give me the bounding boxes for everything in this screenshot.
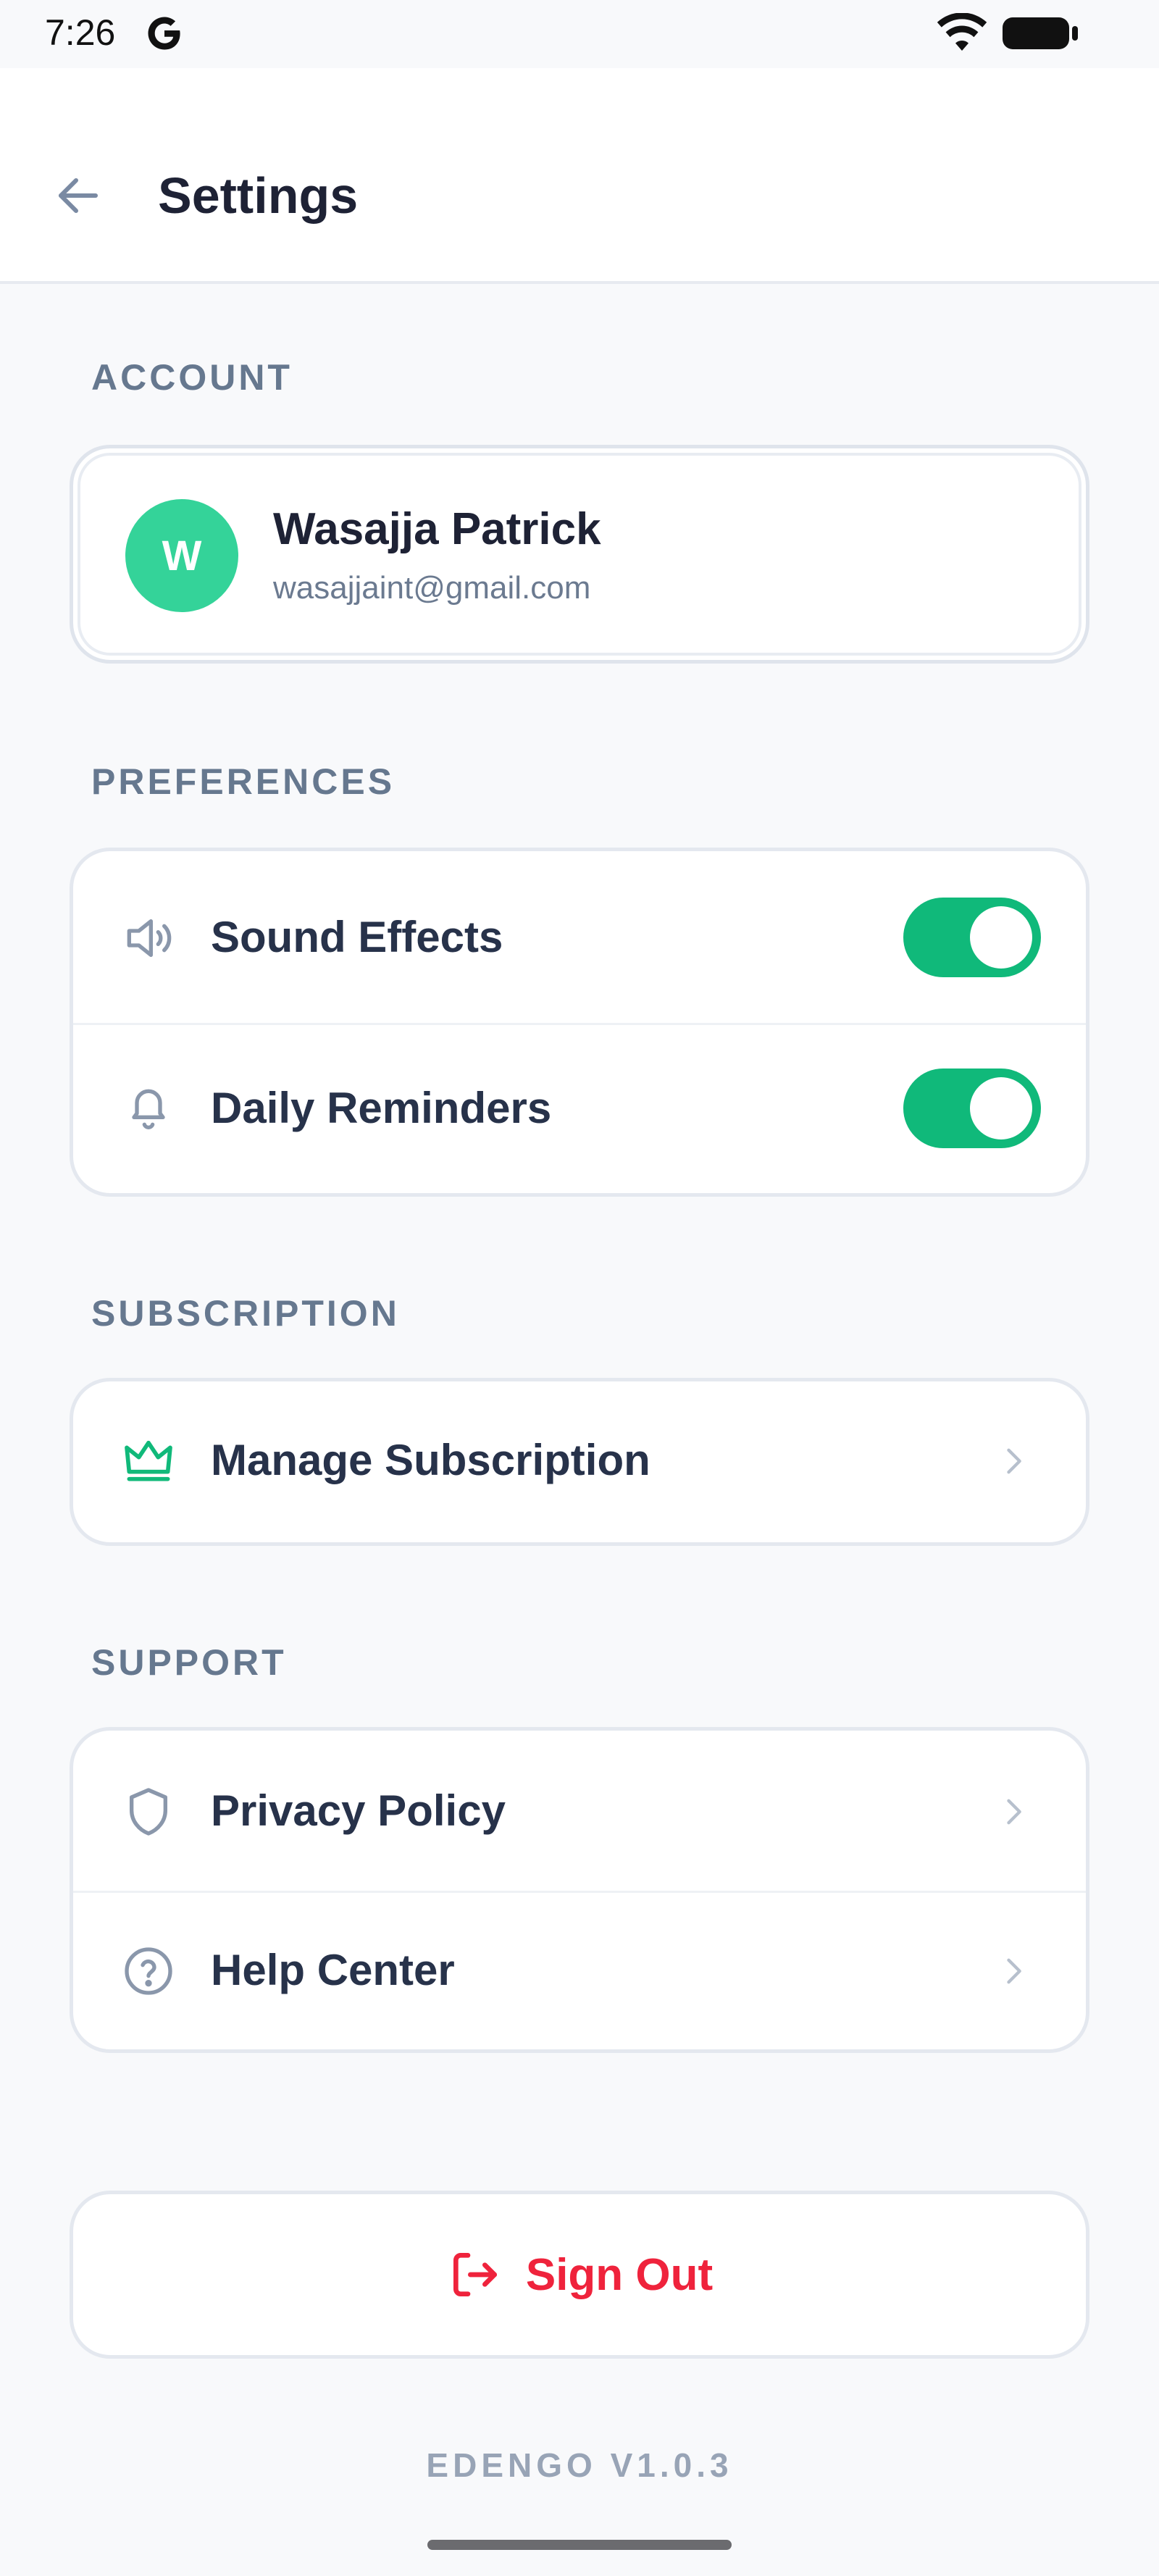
support-card: Privacy Policy Help Center [70, 1727, 1089, 2053]
chevron-right-icon [992, 1439, 1035, 1483]
account-card[interactable]: W Wasajja Patrick wasajjaint@gmail.com [70, 445, 1089, 664]
wifi-icon [937, 13, 987, 51]
help-center-label: Help Center [211, 1946, 455, 1994]
help-center-row[interactable]: Help Center [73, 1893, 1086, 2049]
sound-effects-toggle[interactable] [903, 898, 1041, 977]
privacy-policy-row[interactable]: Privacy Policy [73, 1731, 1086, 1893]
speaker-icon [118, 908, 179, 969]
daily-reminders-toggle[interactable] [903, 1069, 1041, 1148]
section-label-account: ACCOUNT [91, 357, 293, 398]
preferences-card: Sound Effects Daily Reminders [70, 848, 1089, 1197]
section-label-subscription: SUBSCRIPTION [91, 1293, 400, 1334]
google-icon [148, 17, 180, 50]
preference-row-daily-reminders: Daily Reminders [73, 1025, 1086, 1193]
preference-label: Daily Reminders [211, 1084, 552, 1132]
toggle-knob [970, 906, 1032, 969]
preference-row-sound-effects: Sound Effects [73, 851, 1086, 1025]
chevron-right-icon [992, 1949, 1035, 1993]
app-header: Settings [0, 68, 1159, 284]
privacy-policy-label: Privacy Policy [211, 1786, 506, 1835]
manage-subscription-row[interactable]: Manage Subscription [73, 1381, 1086, 1542]
status-time: 7:26 [45, 12, 116, 53]
section-label-support: SUPPORT [91, 1642, 287, 1683]
sign-out-button[interactable]: Sign Out [70, 2191, 1089, 2359]
account-name: Wasajja Patrick [273, 504, 601, 554]
battery-icon [1003, 17, 1078, 49]
crown-icon [118, 1429, 179, 1490]
home-indicator[interactable] [427, 2540, 732, 2550]
chevron-right-icon [992, 1790, 1035, 1833]
page-title: Settings [158, 167, 359, 224]
avatar: W [125, 499, 238, 612]
account-email: wasajjaint@gmail.com [273, 570, 591, 606]
back-button[interactable] [45, 162, 112, 229]
section-label-preferences: PREFERENCES [91, 761, 396, 802]
help-circle-icon [118, 1941, 179, 2002]
status-bar: 7:26 [0, 0, 1159, 68]
preference-label: Sound Effects [211, 913, 503, 961]
sign-out-label: Sign Out [525, 2249, 714, 2300]
app-version: EDENGO V1.0.3 [426, 2446, 733, 2484]
manage-subscription-label: Manage Subscription [211, 1436, 650, 1484]
shield-icon [118, 1781, 179, 1842]
toggle-knob [970, 1077, 1032, 1139]
arrow-left-icon [59, 178, 98, 213]
settings-screen: 7:26 Settings ACCOUNT W Wasajja Patrick … [0, 0, 1159, 2576]
subscription-card: Manage Subscription [70, 1378, 1089, 1546]
bell-icon [118, 1077, 179, 1138]
logout-icon [453, 2253, 497, 2296]
sign-out-content: Sign Out [446, 2246, 713, 2304]
